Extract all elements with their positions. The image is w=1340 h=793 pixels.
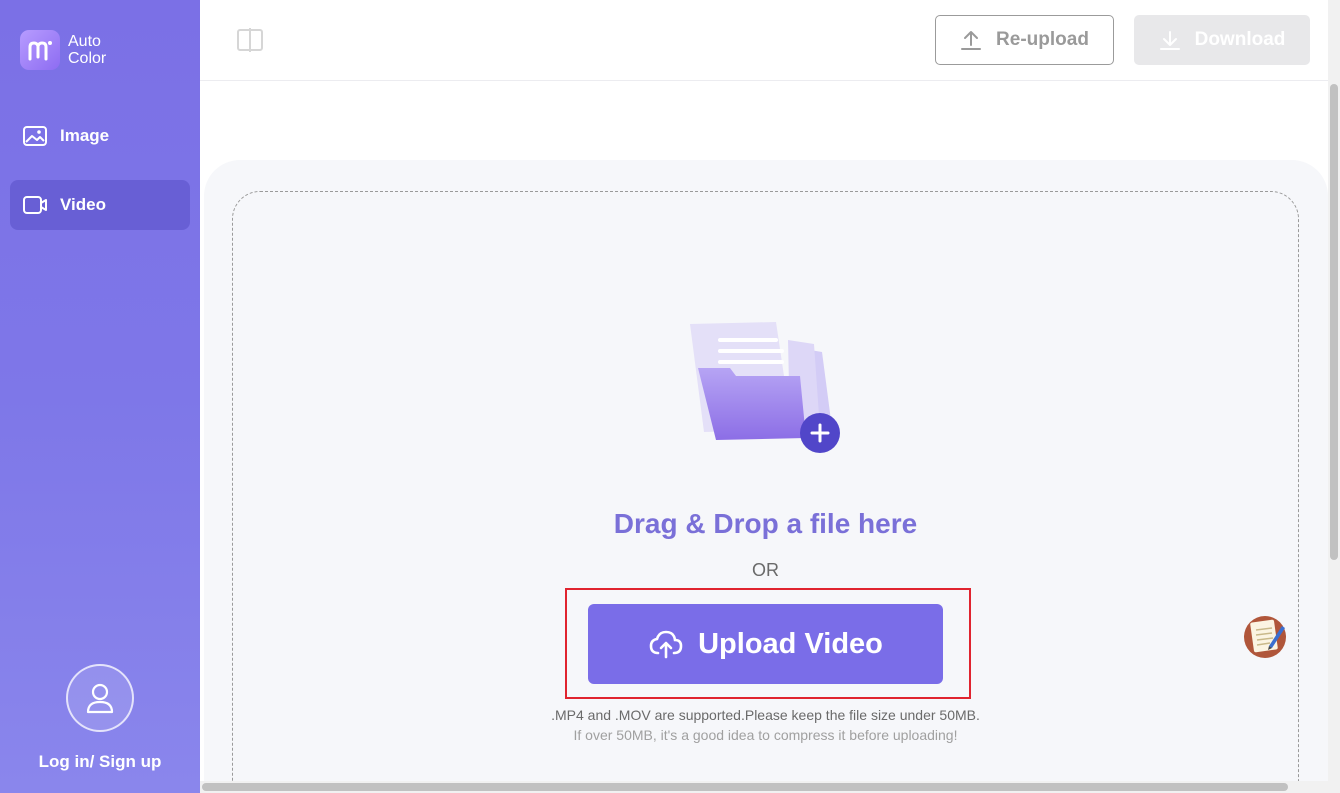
avatar[interactable] bbox=[66, 664, 134, 732]
horizontal-scroll-thumb[interactable] bbox=[202, 783, 1288, 791]
horizontal-scrollbar[interactable] bbox=[200, 781, 1328, 793]
header: Re-upload Download bbox=[200, 0, 1328, 81]
supported-formats-hint: .MP4 and .MOV are supported.Please keep … bbox=[551, 707, 980, 723]
app-name-line1: Auto bbox=[68, 33, 101, 50]
folder-upload-icon bbox=[680, 318, 850, 463]
compare-view-icon[interactable] bbox=[236, 28, 264, 57]
download-arrow-icon bbox=[1159, 29, 1181, 51]
cloud-upload-icon bbox=[648, 629, 684, 659]
app-name-line2: Color bbox=[68, 50, 107, 67]
dropzone[interactable] bbox=[232, 191, 1299, 793]
notepad-icon[interactable] bbox=[1240, 612, 1290, 667]
reupload-button[interactable]: Re-upload bbox=[935, 15, 1114, 65]
logo-mark-icon bbox=[20, 30, 60, 70]
upload-arrow-icon bbox=[960, 29, 982, 51]
download-button[interactable]: Download bbox=[1134, 15, 1310, 65]
sidebar: Auto Color Image Video Log in/ Sign up bbox=[0, 0, 200, 793]
reupload-label: Re-upload bbox=[996, 29, 1089, 50]
upload-video-label: Upload Video bbox=[698, 627, 883, 660]
download-label: Download bbox=[1194, 29, 1286, 50]
vertical-scrollbar[interactable] bbox=[1328, 0, 1340, 793]
app-name: Auto Color bbox=[68, 33, 128, 67]
sidebar-item-label: Image bbox=[60, 126, 110, 145]
dropzone-title: Drag & Drop a file here bbox=[613, 508, 918, 539]
image-icon bbox=[22, 125, 48, 147]
sidebar-item-image[interactable]: Image bbox=[10, 111, 190, 161]
user-icon bbox=[86, 683, 114, 714]
login-signup-link[interactable]: Log in/ Sign up bbox=[0, 752, 200, 772]
upload-video-button[interactable]: Upload Video bbox=[588, 604, 943, 684]
sidebar-item-label: Video bbox=[60, 195, 106, 214]
sidebar-item-video[interactable]: Video bbox=[10, 180, 190, 230]
or-separator: OR bbox=[752, 560, 779, 580]
vertical-scroll-thumb[interactable] bbox=[1330, 84, 1338, 560]
video-icon bbox=[22, 194, 48, 216]
compress-hint: If over 50MB, it's a good idea to compre… bbox=[573, 727, 958, 743]
app-logo[interactable]: Auto Color bbox=[20, 30, 128, 70]
